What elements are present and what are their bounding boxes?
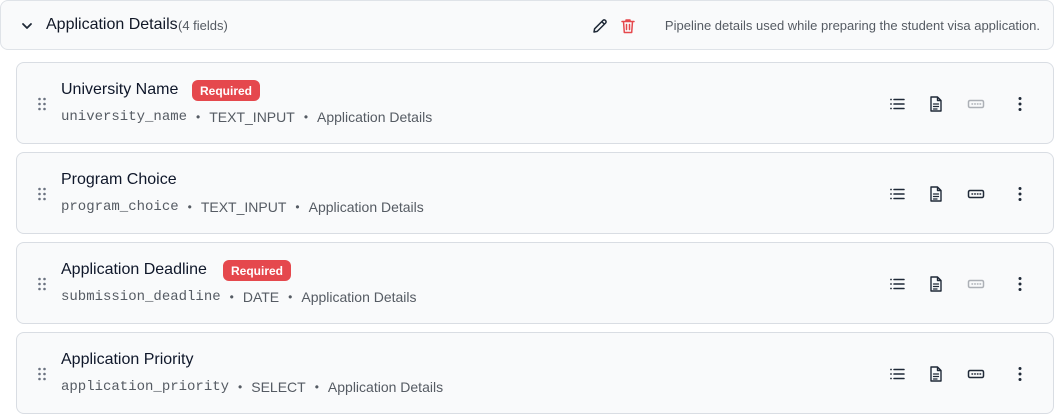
section-header: Application Details (4 fields) Pipeline … xyxy=(0,0,1054,50)
field-name: University Name xyxy=(61,81,179,98)
drag-handle-icon[interactable] xyxy=(37,96,47,112)
field-meta: submission_deadline • DATE • Application… xyxy=(61,289,417,305)
field-type: TEXT_INPUT xyxy=(200,199,287,215)
more-vertical-icon[interactable] xyxy=(1010,184,1030,204)
field-name: Program Choice xyxy=(61,171,177,188)
text-input-icon[interactable] xyxy=(966,274,986,294)
field-key: submission_deadline xyxy=(61,289,221,305)
trash-icon[interactable] xyxy=(618,16,638,36)
meta-separator: • xyxy=(238,380,243,394)
field-type: DATE xyxy=(242,289,280,305)
required-badge: Required xyxy=(223,260,292,281)
field-key: university_name xyxy=(61,109,188,125)
field-name: Application Priority xyxy=(61,351,194,368)
document-icon[interactable] xyxy=(926,184,946,204)
section-title: Application Details xyxy=(46,16,178,33)
field-group: Application Details xyxy=(301,289,417,305)
more-vertical-icon[interactable] xyxy=(1010,94,1030,114)
document-icon[interactable] xyxy=(926,274,946,294)
field-group: Application Details xyxy=(308,199,424,215)
meta-separator: • xyxy=(295,200,300,214)
field-meta: university_name • TEXT_INPUT • Applicati… xyxy=(61,109,432,125)
meta-separator: • xyxy=(288,290,293,304)
list-icon[interactable] xyxy=(887,184,907,204)
meta-separator: • xyxy=(229,290,234,304)
required-badge: Required xyxy=(192,80,261,101)
document-icon[interactable] xyxy=(926,364,946,384)
field-card: Application Deadline Required submission… xyxy=(16,242,1054,324)
drag-handle-icon[interactable] xyxy=(37,366,47,382)
field-type: TEXT_INPUT xyxy=(209,109,295,125)
pencil-icon[interactable] xyxy=(590,16,610,36)
field-count: (4 fields) xyxy=(178,18,228,33)
field-name: Application Deadline xyxy=(61,261,207,278)
field-group: Application Details xyxy=(327,379,444,395)
meta-separator: • xyxy=(187,200,192,214)
drag-handle-icon[interactable] xyxy=(37,276,47,292)
field-meta: application_priority • SELECT • Applicat… xyxy=(61,379,443,395)
text-input-icon[interactable] xyxy=(966,94,986,114)
field-meta: program_choice • TEXT_INPUT • Applicatio… xyxy=(61,199,424,215)
drag-handle-icon[interactable] xyxy=(37,186,47,202)
list-icon[interactable] xyxy=(887,94,907,114)
meta-separator: • xyxy=(303,110,309,124)
section-description: Pipeline details used while preparing th… xyxy=(664,18,1040,33)
list-icon[interactable] xyxy=(887,274,907,294)
field-type: SELECT xyxy=(251,379,306,395)
meta-separator: • xyxy=(196,110,201,124)
field-group: Application Details xyxy=(317,109,433,125)
document-icon[interactable] xyxy=(926,94,946,114)
list-icon[interactable] xyxy=(887,364,907,384)
text-input-icon[interactable] xyxy=(966,364,986,384)
field-card: University Name Required university_name… xyxy=(16,62,1054,144)
field-key: program_choice xyxy=(61,199,179,215)
field-card: Program Choice program_choice • TEXT_INP… xyxy=(16,152,1054,234)
field-card: Application Priority application_priorit… xyxy=(16,332,1054,414)
more-vertical-icon[interactable] xyxy=(1010,364,1030,384)
text-input-icon[interactable] xyxy=(966,184,986,204)
more-vertical-icon[interactable] xyxy=(1010,274,1030,294)
meta-separator: • xyxy=(314,380,319,394)
field-key: application_priority xyxy=(61,379,230,395)
chevron-down-icon[interactable] xyxy=(17,16,37,36)
